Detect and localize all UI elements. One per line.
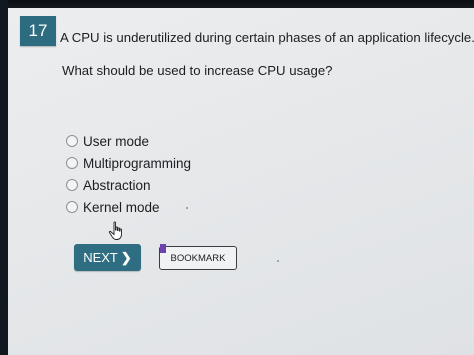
answer-option-label: Multiprogramming — [83, 155, 192, 171]
next-button-label: NEXT — [83, 250, 118, 265]
answer-option-label: Kernel mode — [83, 199, 160, 215]
answer-option-label: Abstraction — [83, 177, 151, 193]
radio-button[interactable] — [66, 179, 78, 191]
question-text-line-2: What should be used to increase CPU usag… — [62, 63, 333, 78]
answer-option-user-mode[interactable]: User mode — [66, 131, 149, 151]
hand-pointer-cursor-icon — [108, 221, 122, 240]
chevron-right-icon: ❯ — [120, 250, 132, 265]
radio-button[interactable] — [66, 135, 78, 147]
monitor-bezel-left — [0, 0, 8, 355]
answer-option-label: User mode — [83, 133, 150, 149]
bookmark-button[interactable]: BOOKMARK — [159, 246, 237, 270]
answer-option-kernel-mode[interactable]: Kernel mode — [66, 197, 160, 217]
screen-speck — [186, 207, 188, 209]
radio-button[interactable] — [66, 157, 78, 169]
radio-button[interactable] — [66, 201, 78, 213]
screen-speck — [277, 260, 279, 262]
next-button[interactable]: NEXT ❯ — [74, 244, 141, 271]
question-number-badge: 17 — [20, 16, 56, 46]
answer-option-multiprogramming[interactable]: Multiprogramming — [66, 153, 191, 173]
question-text-line-1: A CPU is underutilized during certain ph… — [60, 30, 474, 45]
quiz-screen: 17 A CPU is underutilized during certain… — [8, 8, 474, 355]
bookmark-flag-icon — [160, 244, 166, 253]
answer-option-abstraction[interactable]: Abstraction — [66, 175, 151, 195]
